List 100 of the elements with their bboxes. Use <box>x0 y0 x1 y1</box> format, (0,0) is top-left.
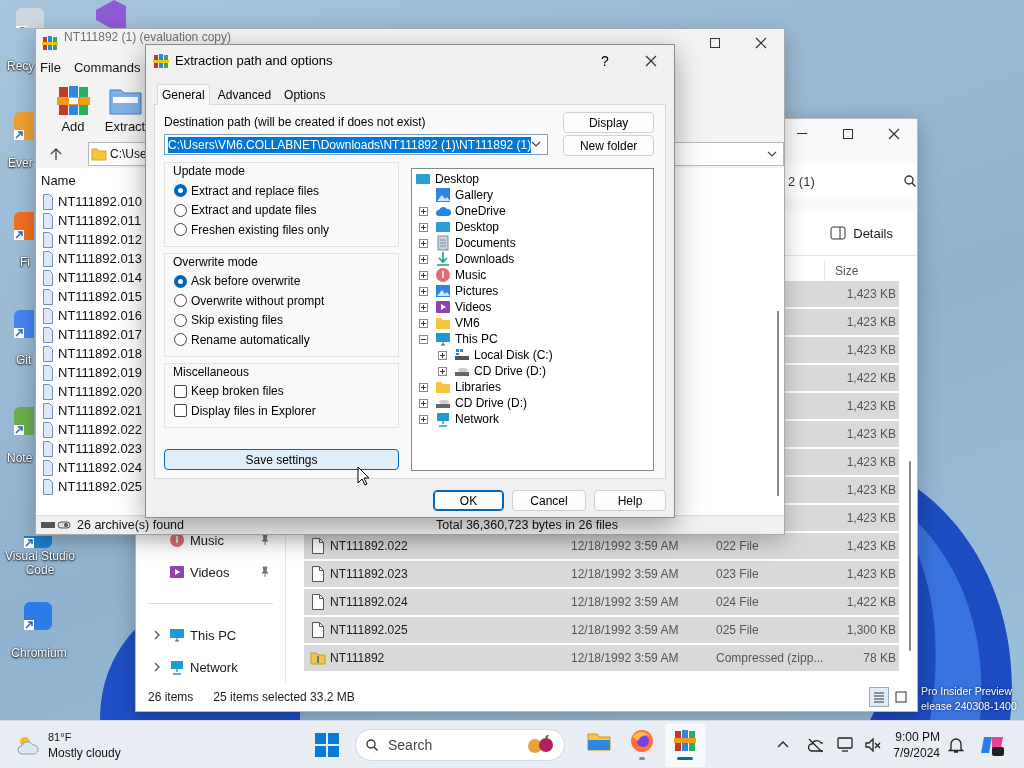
menu-item[interactable]: File <box>40 59 61 75</box>
toolbar-button[interactable]: Extract <box>105 78 145 140</box>
details-button[interactable]: Details <box>828 221 895 245</box>
option-label[interactable]: Freshen existing files only <box>191 222 330 237</box>
file-name[interactable]: NT111892.022 <box>58 422 143 437</box>
expand-toggle-icon[interactable] <box>419 414 428 424</box>
file-name[interactable]: NT111892.020 <box>58 384 143 399</box>
expand-toggle-icon[interactable] <box>438 366 447 376</box>
speaker-muted-icon[interactable] <box>865 736 882 753</box>
close-icon[interactable] <box>645 54 657 67</box>
menu-item[interactable]: Commands <box>73 59 141 75</box>
file-name[interactable]: NT111892.024 <box>58 460 143 475</box>
option-label[interactable]: Keep broken files <box>191 384 284 399</box>
file-name[interactable]: NT111892.016 <box>58 308 143 323</box>
sidebar-item[interactable]: Videos <box>190 564 230 580</box>
radio-button[interactable] <box>174 203 187 217</box>
clock-time[interactable]: 9:00 PM <box>895 728 940 745</box>
tree-item[interactable]: Music <box>455 268 487 282</box>
expand-toggle-icon[interactable] <box>419 254 428 264</box>
option-label[interactable]: Extract and update files <box>191 203 317 218</box>
close-icon[interactable] <box>755 36 767 49</box>
help-button[interactable]: ? <box>590 45 620 76</box>
file-name[interactable]: NT111892.019 <box>58 365 143 380</box>
taskbar-app-button[interactable] <box>665 722 705 767</box>
tree-item[interactable]: CD Drive (D:) <box>455 396 527 410</box>
file-name[interactable]: NT111892.011 <box>58 213 142 228</box>
tree-item[interactable]: Local Disk (C:) <box>474 348 553 362</box>
tree-item[interactable]: Libraries <box>455 380 502 394</box>
tree-item[interactable]: This PC <box>455 332 498 346</box>
file-name[interactable]: NT111892.025 <box>58 479 143 494</box>
tree-item[interactable]: OneDrive <box>455 204 506 218</box>
clock-date[interactable]: 7/9/2024 <box>893 744 940 761</box>
radio-button[interactable] <box>174 313 187 327</box>
dialog-button[interactable]: Help <box>594 490 666 511</box>
chevron-up-icon[interactable] <box>777 740 790 749</box>
app-shortcut-icon[interactable] <box>12 308 34 340</box>
expand-toggle-icon[interactable] <box>419 222 428 232</box>
tree-item[interactable]: CD Drive (D:) <box>474 364 546 378</box>
tree-item[interactable]: Downloads <box>455 252 515 266</box>
up-arrow-icon[interactable] <box>50 147 62 161</box>
expand-toggle-icon[interactable] <box>419 270 428 280</box>
file-name[interactable]: NT111892.012 <box>58 232 143 247</box>
scrollbar-thumb[interactable] <box>777 311 779 496</box>
tree-item[interactable]: Pictures <box>455 284 499 298</box>
dialog-button[interactable]: OK <box>433 490 504 511</box>
file-row[interactable]: NT111892.022 12/18/1992 3:59 AM 022 File 1,423 KB <box>304 533 899 559</box>
dialog-button[interactable]: Cancel <box>512 490 586 511</box>
file-row[interactable]: NT111892.024 12/18/1992 3:59 AM 024 File 1,422 KB <box>304 589 899 615</box>
address-breadcrumb[interactable]: 2 (1) <box>788 173 904 189</box>
cloud-off-icon[interactable] <box>807 736 824 753</box>
file-name[interactable]: NT111892.010 <box>58 194 143 209</box>
tree-item[interactable]: Network <box>455 412 499 426</box>
search-icon[interactable] <box>904 175 916 187</box>
file-name[interactable]: NT111892.013 <box>58 251 143 266</box>
option-label[interactable]: Rename automatically <box>191 332 310 347</box>
radio-button[interactable] <box>174 294 187 308</box>
file-row[interactable]: NT111892.025 12/18/1992 3:59 AM 025 File 1,300 KB <box>304 617 899 643</box>
details-view-button[interactable] <box>869 687 889 707</box>
option-label[interactable]: Display files in Explorer <box>191 403 316 418</box>
chevron-icon[interactable] <box>152 630 160 640</box>
save-settings-button[interactable]: Save settings <box>164 449 399 470</box>
tree-item[interactable]: VM6 <box>455 316 480 330</box>
dialog-button[interactable]: Display <box>563 112 654 133</box>
expand-toggle-icon[interactable] <box>419 382 428 392</box>
radio-button[interactable] <box>174 333 187 347</box>
option-label[interactable]: Skip existing files <box>191 313 284 328</box>
sidebar-item[interactable]: Network <box>190 659 238 675</box>
app-shortcut-icon[interactable] <box>22 536 54 548</box>
dialog-button[interactable]: New folder <box>563 135 654 156</box>
tree-item[interactable]: Documents <box>455 236 516 250</box>
close-icon[interactable] <box>888 128 900 140</box>
tab[interactable]: Options <box>279 84 331 104</box>
checkbox[interactable] <box>174 404 187 418</box>
file-name[interactable]: NT111892.014 <box>58 270 143 285</box>
search-field[interactable]: Search <box>355 728 565 761</box>
start-icon[interactable] <box>315 732 339 757</box>
expand-toggle-icon[interactable] <box>419 206 428 216</box>
maximize-icon[interactable] <box>709 36 721 49</box>
file-name[interactable]: NT111892.018 <box>58 346 143 361</box>
option-label[interactable]: Extract and replace files <box>191 183 320 198</box>
expand-toggle-icon[interactable] <box>438 350 447 360</box>
app-shortcut-icon[interactable] <box>12 210 34 242</box>
sidebar-item[interactable]: This PC <box>190 627 237 643</box>
radio-button[interactable] <box>174 274 187 288</box>
chevron-icon[interactable] <box>152 662 160 672</box>
collapse-toggle-icon[interactable] <box>419 334 428 344</box>
expand-toggle-icon[interactable] <box>419 302 428 312</box>
option-label[interactable]: Ask before overwrite <box>191 274 301 289</box>
expand-toggle-icon[interactable] <box>419 398 428 408</box>
tab[interactable]: General <box>157 84 210 105</box>
app-shortcut-icon[interactable] <box>12 405 34 437</box>
file-name[interactable]: NT111892.021 <box>58 403 143 418</box>
tab[interactable]: Advanced <box>212 84 277 104</box>
sidebar-item[interactable]: Music <box>190 532 224 548</box>
toolbar-button[interactable]: Add <box>53 78 93 140</box>
monitor-icon[interactable] <box>837 736 854 753</box>
file-name[interactable]: NT111892.023 <box>58 441 143 456</box>
app-shortcut-icon[interactable] <box>22 600 54 632</box>
scrollbar-thumb[interactable] <box>909 461 911 651</box>
expand-toggle-icon[interactable] <box>419 318 428 328</box>
